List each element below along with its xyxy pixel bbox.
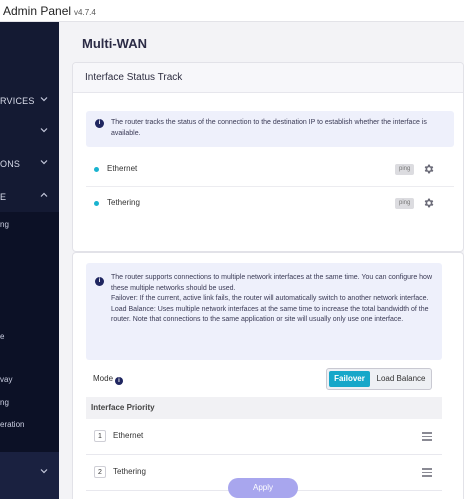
chevron-down-icon [40,97,48,102]
app-title: Admin Panel v4.7.4 [3,4,96,18]
gear-icon[interactable] [423,163,435,175]
track-row: Tethering ping [86,187,454,221]
track-interface-name: Tethering [107,198,140,207]
mode-option-failover[interactable]: Failover [329,371,370,387]
status-dot [94,167,99,172]
interface-status-track-card: Interface Status Track i The router trac… [72,62,464,252]
priority-interface-name: Ethernet [113,431,144,440]
top-bar: Admin Panel v4.7.4 [0,0,464,22]
sidebar: RVICES ONS E ng e vay ng eration [0,22,59,499]
priority-number: 2 [94,466,106,478]
info-line: The router supports connections to multi… [111,274,433,292]
mode-label-text: Mode [93,374,114,383]
app-title-text: Admin Panel [3,4,72,18]
page-title: Multi-WAN [82,36,147,51]
sidebar-item-active[interactable]: E [0,188,59,208]
sidebar-item-applications[interactable]: ONS [0,155,59,175]
info-box: i The router supports connections to mul… [86,263,442,360]
info-text: The router tracks the status of the conn… [111,119,427,137]
track-interface-name: Ethernet [107,164,138,173]
multiwan-settings-card: i The router supports connections to mul… [72,252,464,499]
priority-row[interactable]: 1 Ethernet [86,419,442,455]
sidebar-subitem[interactable]: eration [0,417,59,433]
sidebar-subitem[interactable]: e [0,329,59,345]
drag-handle-icon[interactable] [422,468,432,477]
gear-icon[interactable] [423,197,435,209]
sidebar-subitem[interactable]: ng [0,217,59,233]
sidebar-subitem[interactable]: vay [0,372,59,388]
sidebar-item-bottom[interactable] [0,452,59,499]
priority-interface-name: Tethering [113,467,146,476]
main-content: Multi-WAN Interface Status Track i The r… [59,22,464,499]
mode-selector: Failover Load Balance [326,368,432,390]
sidebar-item-label: E [0,192,7,202]
sidebar-subitem-label: ng [0,220,9,229]
track-row: Ethernet ping [86,153,454,187]
info-icon: i [95,119,104,128]
sidebar-subitem-label: e [0,332,5,341]
info-text: The router supports connections to multi… [111,273,436,326]
track-method-badge: ping [395,198,415,209]
info-icon: i [95,277,104,286]
chevron-down-icon [40,160,48,165]
chevron-up-icon [40,192,48,197]
sidebar-item-label: ONS [0,159,21,169]
interface-priority-header: Interface Priority [86,397,442,419]
app-version: v4.7.4 [74,8,96,17]
chevron-down-icon [40,128,48,133]
sidebar-subitem[interactable]: ng [0,395,59,411]
sidebar-subitem-label: eration [0,420,25,429]
info-line: Failover: If the current, active link fa… [111,295,429,302]
sidebar-subitem-label: ng [0,398,9,407]
info-box: i The router tracks the status of the co… [86,111,454,147]
sidebar-item-services[interactable]: RVICES [0,92,59,112]
section-title: Interface Priority [91,403,155,412]
info-line: Load Balance: Uses multiple network inte… [111,305,429,324]
card-title: Interface Status Track [85,72,183,83]
drag-handle-icon[interactable] [422,432,432,441]
card-header: Interface Status Track [73,63,463,93]
mode-label: Mode i [93,374,124,385]
sidebar-item-collapsed[interactable] [0,123,59,143]
sidebar-item-label: RVICES [0,96,35,106]
sidebar-subitem-label: vay [0,375,13,384]
status-dot [94,201,99,206]
info-icon[interactable]: i [115,377,124,385]
mode-option-load-balance[interactable]: Load Balance [372,371,430,387]
track-method-badge: ping [395,164,415,175]
chevron-down-icon [40,469,48,474]
priority-number: 1 [94,430,106,442]
apply-button[interactable]: Apply [228,478,298,498]
